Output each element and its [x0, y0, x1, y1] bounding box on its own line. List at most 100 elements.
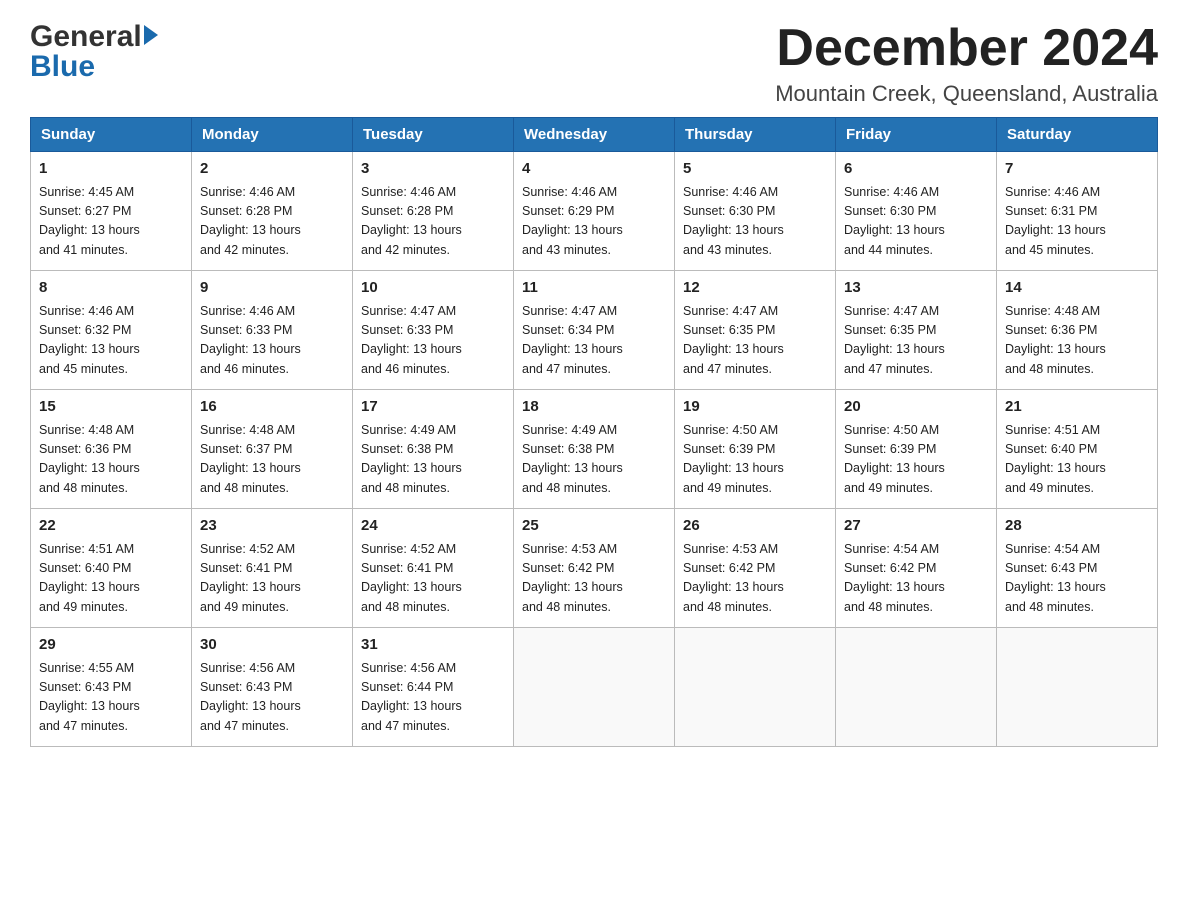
day-number: 22 — [39, 515, 183, 538]
day-number: 21 — [1005, 396, 1149, 419]
day-number: 23 — [200, 515, 344, 538]
day-number: 24 — [361, 515, 505, 538]
calendar-day-cell: 15Sunrise: 4:48 AMSunset: 6:36 PMDayligh… — [31, 390, 192, 509]
logo-blue-text: Blue — [30, 50, 95, 84]
day-number: 31 — [361, 634, 505, 657]
calendar-day-cell: 22Sunrise: 4:51 AMSunset: 6:40 PMDayligh… — [31, 509, 192, 628]
calendar-day-cell: 23Sunrise: 4:52 AMSunset: 6:41 PMDayligh… — [192, 509, 353, 628]
day-info: Sunrise: 4:56 AMSunset: 6:44 PMDaylight:… — [361, 659, 505, 737]
day-number: 1 — [39, 158, 183, 181]
day-info: Sunrise: 4:46 AMSunset: 6:32 PMDaylight:… — [39, 302, 183, 380]
day-info: Sunrise: 4:46 AMSunset: 6:30 PMDaylight:… — [844, 183, 988, 261]
page-title: December 2024 — [775, 20, 1158, 77]
calendar-day-cell — [997, 628, 1158, 747]
title-block: December 2024 Mountain Creek, Queensland… — [775, 20, 1158, 107]
calendar-day-cell: 7Sunrise: 4:46 AMSunset: 6:31 PMDaylight… — [997, 152, 1158, 271]
logo: General Blue — [30, 20, 158, 84]
day-number: 25 — [522, 515, 666, 538]
calendar-day-cell: 27Sunrise: 4:54 AMSunset: 6:42 PMDayligh… — [836, 509, 997, 628]
calendar-day-cell: 20Sunrise: 4:50 AMSunset: 6:39 PMDayligh… — [836, 390, 997, 509]
day-number: 5 — [683, 158, 827, 181]
day-number: 14 — [1005, 277, 1149, 300]
day-info: Sunrise: 4:50 AMSunset: 6:39 PMDaylight:… — [683, 421, 827, 499]
page-subtitle: Mountain Creek, Queensland, Australia — [775, 81, 1158, 107]
day-number: 28 — [1005, 515, 1149, 538]
day-number: 17 — [361, 396, 505, 419]
day-info: Sunrise: 4:47 AMSunset: 6:35 PMDaylight:… — [683, 302, 827, 380]
calendar-day-cell: 10Sunrise: 4:47 AMSunset: 6:33 PMDayligh… — [353, 271, 514, 390]
calendar-day-cell: 6Sunrise: 4:46 AMSunset: 6:30 PMDaylight… — [836, 152, 997, 271]
calendar-day-cell: 18Sunrise: 4:49 AMSunset: 6:38 PMDayligh… — [514, 390, 675, 509]
calendar-day-cell: 19Sunrise: 4:50 AMSunset: 6:39 PMDayligh… — [675, 390, 836, 509]
calendar-day-cell — [675, 628, 836, 747]
calendar-week-row: 15Sunrise: 4:48 AMSunset: 6:36 PMDayligh… — [31, 390, 1158, 509]
calendar-header-row: SundayMondayTuesdayWednesdayThursdayFrid… — [31, 118, 1158, 152]
calendar-day-cell: 8Sunrise: 4:46 AMSunset: 6:32 PMDaylight… — [31, 271, 192, 390]
calendar-table: SundayMondayTuesdayWednesdayThursdayFrid… — [30, 117, 1158, 747]
page-header: General Blue December 2024 Mountain Cree… — [30, 20, 1158, 107]
day-info: Sunrise: 4:50 AMSunset: 6:39 PMDaylight:… — [844, 421, 988, 499]
calendar-day-cell: 9Sunrise: 4:46 AMSunset: 6:33 PMDaylight… — [192, 271, 353, 390]
calendar-header-cell: Thursday — [675, 118, 836, 152]
day-number: 15 — [39, 396, 183, 419]
day-number: 29 — [39, 634, 183, 657]
calendar-day-cell: 14Sunrise: 4:48 AMSunset: 6:36 PMDayligh… — [997, 271, 1158, 390]
day-number: 9 — [200, 277, 344, 300]
day-number: 20 — [844, 396, 988, 419]
calendar-header-cell: Wednesday — [514, 118, 675, 152]
calendar-day-cell: 5Sunrise: 4:46 AMSunset: 6:30 PMDaylight… — [675, 152, 836, 271]
logo-arrow-icon — [144, 25, 158, 45]
calendar-week-row: 29Sunrise: 4:55 AMSunset: 6:43 PMDayligh… — [31, 628, 1158, 747]
day-info: Sunrise: 4:47 AMSunset: 6:34 PMDaylight:… — [522, 302, 666, 380]
day-info: Sunrise: 4:49 AMSunset: 6:38 PMDaylight:… — [522, 421, 666, 499]
calendar-header-cell: Monday — [192, 118, 353, 152]
calendar-day-cell: 24Sunrise: 4:52 AMSunset: 6:41 PMDayligh… — [353, 509, 514, 628]
calendar-week-row: 22Sunrise: 4:51 AMSunset: 6:40 PMDayligh… — [31, 509, 1158, 628]
calendar-day-cell: 16Sunrise: 4:48 AMSunset: 6:37 PMDayligh… — [192, 390, 353, 509]
day-info: Sunrise: 4:54 AMSunset: 6:42 PMDaylight:… — [844, 540, 988, 618]
calendar-day-cell: 21Sunrise: 4:51 AMSunset: 6:40 PMDayligh… — [997, 390, 1158, 509]
day-info: Sunrise: 4:52 AMSunset: 6:41 PMDaylight:… — [361, 540, 505, 618]
calendar-header-cell: Saturday — [997, 118, 1158, 152]
day-number: 2 — [200, 158, 344, 181]
day-number: 11 — [522, 277, 666, 300]
calendar-day-cell: 3Sunrise: 4:46 AMSunset: 6:28 PMDaylight… — [353, 152, 514, 271]
day-number: 19 — [683, 396, 827, 419]
day-number: 13 — [844, 277, 988, 300]
calendar-day-cell: 12Sunrise: 4:47 AMSunset: 6:35 PMDayligh… — [675, 271, 836, 390]
calendar-day-cell: 29Sunrise: 4:55 AMSunset: 6:43 PMDayligh… — [31, 628, 192, 747]
day-info: Sunrise: 4:48 AMSunset: 6:36 PMDaylight:… — [1005, 302, 1149, 380]
calendar-day-cell — [836, 628, 997, 747]
day-number: 27 — [844, 515, 988, 538]
day-number: 12 — [683, 277, 827, 300]
day-info: Sunrise: 4:46 AMSunset: 6:33 PMDaylight:… — [200, 302, 344, 380]
calendar-day-cell — [514, 628, 675, 747]
day-info: Sunrise: 4:55 AMSunset: 6:43 PMDaylight:… — [39, 659, 183, 737]
day-info: Sunrise: 4:53 AMSunset: 6:42 PMDaylight:… — [683, 540, 827, 618]
calendar-day-cell: 4Sunrise: 4:46 AMSunset: 6:29 PMDaylight… — [514, 152, 675, 271]
calendar-body: 1Sunrise: 4:45 AMSunset: 6:27 PMDaylight… — [31, 152, 1158, 747]
day-info: Sunrise: 4:46 AMSunset: 6:31 PMDaylight:… — [1005, 183, 1149, 261]
day-info: Sunrise: 4:46 AMSunset: 6:28 PMDaylight:… — [361, 183, 505, 261]
day-info: Sunrise: 4:48 AMSunset: 6:37 PMDaylight:… — [200, 421, 344, 499]
calendar-day-cell: 26Sunrise: 4:53 AMSunset: 6:42 PMDayligh… — [675, 509, 836, 628]
day-number: 6 — [844, 158, 988, 181]
day-number: 3 — [361, 158, 505, 181]
calendar-week-row: 8Sunrise: 4:46 AMSunset: 6:32 PMDaylight… — [31, 271, 1158, 390]
day-number: 18 — [522, 396, 666, 419]
day-number: 10 — [361, 277, 505, 300]
day-info: Sunrise: 4:56 AMSunset: 6:43 PMDaylight:… — [200, 659, 344, 737]
day-info: Sunrise: 4:53 AMSunset: 6:42 PMDaylight:… — [522, 540, 666, 618]
day-info: Sunrise: 4:51 AMSunset: 6:40 PMDaylight:… — [39, 540, 183, 618]
calendar-day-cell: 30Sunrise: 4:56 AMSunset: 6:43 PMDayligh… — [192, 628, 353, 747]
calendar-day-cell: 1Sunrise: 4:45 AMSunset: 6:27 PMDaylight… — [31, 152, 192, 271]
day-info: Sunrise: 4:49 AMSunset: 6:38 PMDaylight:… — [361, 421, 505, 499]
calendar-day-cell: 11Sunrise: 4:47 AMSunset: 6:34 PMDayligh… — [514, 271, 675, 390]
calendar-day-cell: 13Sunrise: 4:47 AMSunset: 6:35 PMDayligh… — [836, 271, 997, 390]
day-info: Sunrise: 4:46 AMSunset: 6:30 PMDaylight:… — [683, 183, 827, 261]
day-number: 16 — [200, 396, 344, 419]
day-info: Sunrise: 4:48 AMSunset: 6:36 PMDaylight:… — [39, 421, 183, 499]
day-info: Sunrise: 4:51 AMSunset: 6:40 PMDaylight:… — [1005, 421, 1149, 499]
day-number: 8 — [39, 277, 183, 300]
day-number: 30 — [200, 634, 344, 657]
